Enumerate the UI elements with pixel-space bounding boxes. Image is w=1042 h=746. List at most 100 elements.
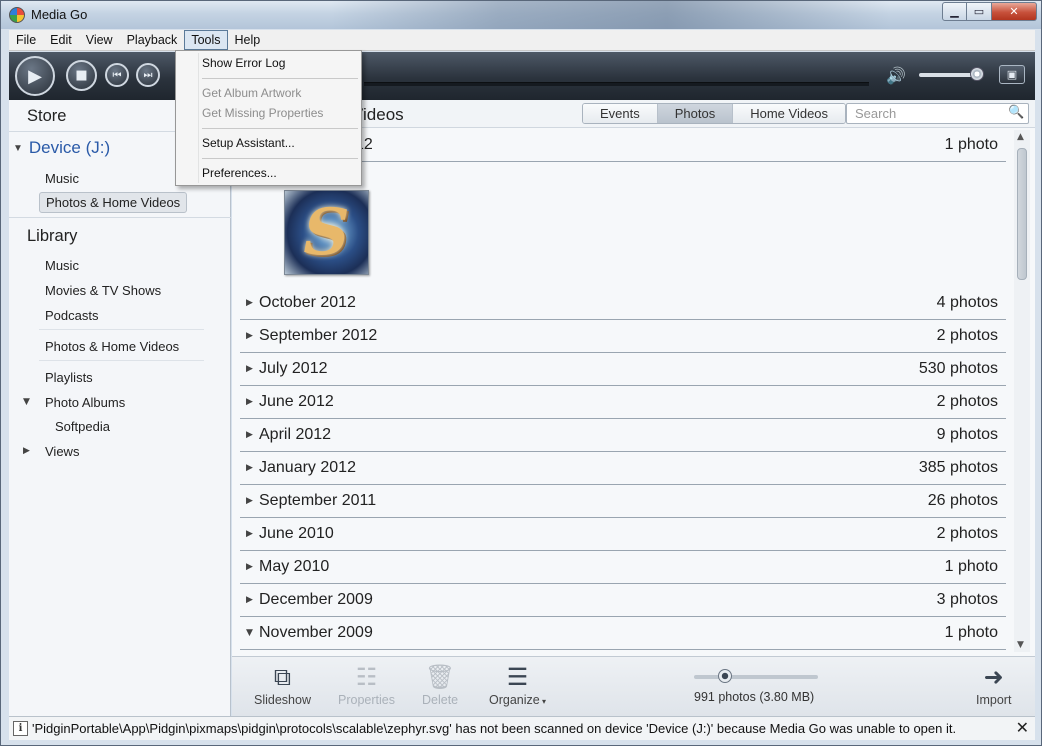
menu-preferences[interactable]: Preferences... xyxy=(202,166,277,180)
sidebar-divider xyxy=(9,217,231,218)
group-count: 2 photos xyxy=(936,525,998,542)
tab-home-videos[interactable]: Home Videos xyxy=(733,104,846,123)
group-row[interactable]: ▶ October 2012 4 photos xyxy=(240,288,1006,320)
group-row[interactable]: ▶ September 2011 26 photos xyxy=(240,486,1006,518)
stop-button[interactable]: ■ xyxy=(66,60,97,91)
expand-right-icon[interactable]: ▶ xyxy=(246,430,253,440)
group-row[interactable]: ▶ December 2009 3 photos xyxy=(240,585,1006,617)
menu-help[interactable]: Help xyxy=(228,30,268,50)
group-row[interactable]: ▶ May 2010 1 photo xyxy=(240,552,1006,584)
sidebar-device-music[interactable]: Music xyxy=(39,169,85,188)
volume-slider-knob[interactable] xyxy=(970,67,984,81)
group-label: December 2009 xyxy=(259,591,373,608)
status-message: 'PidginPortable\App\Pidgin\pixmaps\pidgi… xyxy=(32,721,957,736)
scroll-up-icon[interactable]: ▲ xyxy=(1017,132,1024,142)
title-bar[interactable]: Media Go ▁ ▭ ✕ xyxy=(1,1,1041,29)
menu-tools[interactable]: Tools xyxy=(184,30,228,50)
maximize-button[interactable]: ▭ xyxy=(967,2,992,21)
expand-right-icon[interactable]: ▶ xyxy=(246,496,253,506)
menu-show-error-log[interactable]: Show Error Log xyxy=(202,56,285,70)
group-label: September 2012 xyxy=(259,327,378,344)
import-label: Import xyxy=(976,693,1012,707)
expand-right-icon[interactable]: ▶ xyxy=(23,446,30,456)
window-controls: ▁ ▭ ✕ xyxy=(942,2,1037,21)
sidebar-library-music[interactable]: Music xyxy=(39,256,85,275)
sidebar-device-photos[interactable]: Photos & Home Videos xyxy=(39,192,188,213)
group-row[interactable]: ▶ July 2012 530 photos xyxy=(240,354,1006,386)
search-input[interactable]: Search xyxy=(846,103,1029,124)
tab-events[interactable]: Events xyxy=(583,104,658,123)
menu-edit[interactable]: Edit xyxy=(43,30,79,50)
window-title: Media Go xyxy=(31,7,88,22)
search-icon[interactable]: 🔍 xyxy=(1008,105,1024,120)
sidebar-album-softpedia[interactable]: Softpedia xyxy=(49,417,116,436)
expand-right-icon[interactable]: ▶ xyxy=(246,595,253,605)
thumbnail-size-slider-knob[interactable] xyxy=(718,669,732,683)
stop-icon: ■ xyxy=(75,68,88,83)
delete-button[interactable]: 🗑 Delete xyxy=(422,663,458,707)
group-row[interactable]: ▶ June 2010 2 photos xyxy=(240,519,1006,551)
slideshow-button[interactable]: ⧉ Slideshow xyxy=(254,663,311,707)
expand-right-icon[interactable]: ▶ xyxy=(246,364,253,374)
group-row[interactable]: ▶ September 2012 2 photos xyxy=(240,321,1006,353)
scroll-down-icon[interactable]: ▼ xyxy=(1017,640,1024,650)
expand-right-icon[interactable]: ▶ xyxy=(246,463,253,473)
expand-down-icon[interactable]: ▼ xyxy=(13,143,23,154)
minimize-button[interactable]: ▁ xyxy=(942,2,967,21)
expand-right-icon[interactable]: ▶ xyxy=(246,562,253,572)
expand-right-icon[interactable]: ▶ xyxy=(246,298,253,308)
sidebar: Store ▼ Device (J:) Music Photos & Home V… xyxy=(9,100,231,716)
trash-icon: 🗑 xyxy=(424,664,456,691)
vertical-scrollbar[interactable]: ▲ ▼ xyxy=(1014,130,1030,652)
menu-view[interactable]: View xyxy=(79,30,120,50)
properties-button[interactable]: ☷ Properties xyxy=(338,663,395,707)
sidebar-device[interactable]: ▼ Device (J:) xyxy=(13,138,110,158)
expand-down-icon[interactable]: ▼ xyxy=(246,628,253,638)
next-button[interactable]: ⏭ xyxy=(136,63,160,87)
menu-get-album-artwork[interactable]: Get Album Artwork xyxy=(202,86,301,100)
expand-right-icon[interactable]: ▶ xyxy=(246,331,253,341)
group-row[interactable]: ▼ November 2009 1 photo xyxy=(240,618,1006,650)
previous-button[interactable]: ⏮ xyxy=(105,63,129,87)
volume-icon[interactable]: 🔊 xyxy=(886,66,906,85)
sidebar-store[interactable]: Store xyxy=(27,107,66,126)
group-row[interactable]: ▶ January 2012 385 photos xyxy=(240,453,1006,485)
thumbnail-size-slider[interactable] xyxy=(694,675,818,679)
close-icon: ✕ xyxy=(1009,5,1019,18)
expand-right-icon[interactable]: ▶ xyxy=(246,397,253,407)
sidebar-library-photos[interactable]: Photos & Home Videos xyxy=(39,337,185,356)
group-count: 3 photos xyxy=(936,591,998,608)
expand-right-icon[interactable]: ▶ xyxy=(246,529,253,539)
photo-thumbnail[interactable]: S xyxy=(284,190,369,275)
scrollbar-thumb[interactable] xyxy=(1017,148,1027,280)
group-label: June 2010 xyxy=(259,525,334,542)
menu-file[interactable]: File xyxy=(9,30,43,50)
close-button[interactable]: ✕ xyxy=(992,2,1037,21)
slideshow-icon: ⧉ xyxy=(273,664,292,691)
tools-menu-dropdown: Show Error Log Get Album Artwork Get Mis… xyxy=(175,50,362,186)
properties-label: Properties xyxy=(338,693,395,707)
sidebar-photo-albums[interactable]: Photo Albums xyxy=(39,393,131,412)
organize-label: Organize xyxy=(489,693,540,707)
group-row[interactable]: ▶ June 2012 2 photos xyxy=(240,387,1006,419)
sidebar-library-playlists[interactable]: Playlists xyxy=(39,368,99,387)
playback-progress-bar[interactable] xyxy=(364,82,869,86)
media-go-app-icon[interactable] xyxy=(9,7,25,23)
sidebar-library-movies[interactable]: Movies & TV Shows xyxy=(39,281,167,300)
expand-down-icon[interactable]: ▼ xyxy=(23,397,30,407)
play-button[interactable]: ▶ xyxy=(15,56,55,96)
mini-view-toggle-button[interactable]: ▣ xyxy=(999,65,1025,84)
organize-button[interactable]: ☰ Organize ▾ xyxy=(489,663,546,707)
sidebar-views[interactable]: Views xyxy=(39,442,85,461)
group-row[interactable]: ▶ April 2012 9 photos xyxy=(240,420,1006,452)
import-button[interactable]: ➜ Import xyxy=(976,663,1011,707)
sidebar-library-podcasts[interactable]: Podcasts xyxy=(39,306,104,325)
group-label: July 2012 xyxy=(259,360,328,377)
menu-get-missing-properties[interactable]: Get Missing Properties xyxy=(202,106,323,120)
sidebar-library[interactable]: Library xyxy=(27,227,77,246)
tab-photos[interactable]: Photos xyxy=(657,104,734,123)
dismiss-status-icon[interactable]: ✕ xyxy=(1016,718,1029,737)
menu-setup-assistant[interactable]: Setup Assistant... xyxy=(202,136,295,150)
menu-playback[interactable]: Playback xyxy=(120,30,185,50)
group-label: October 2012 xyxy=(259,294,356,311)
